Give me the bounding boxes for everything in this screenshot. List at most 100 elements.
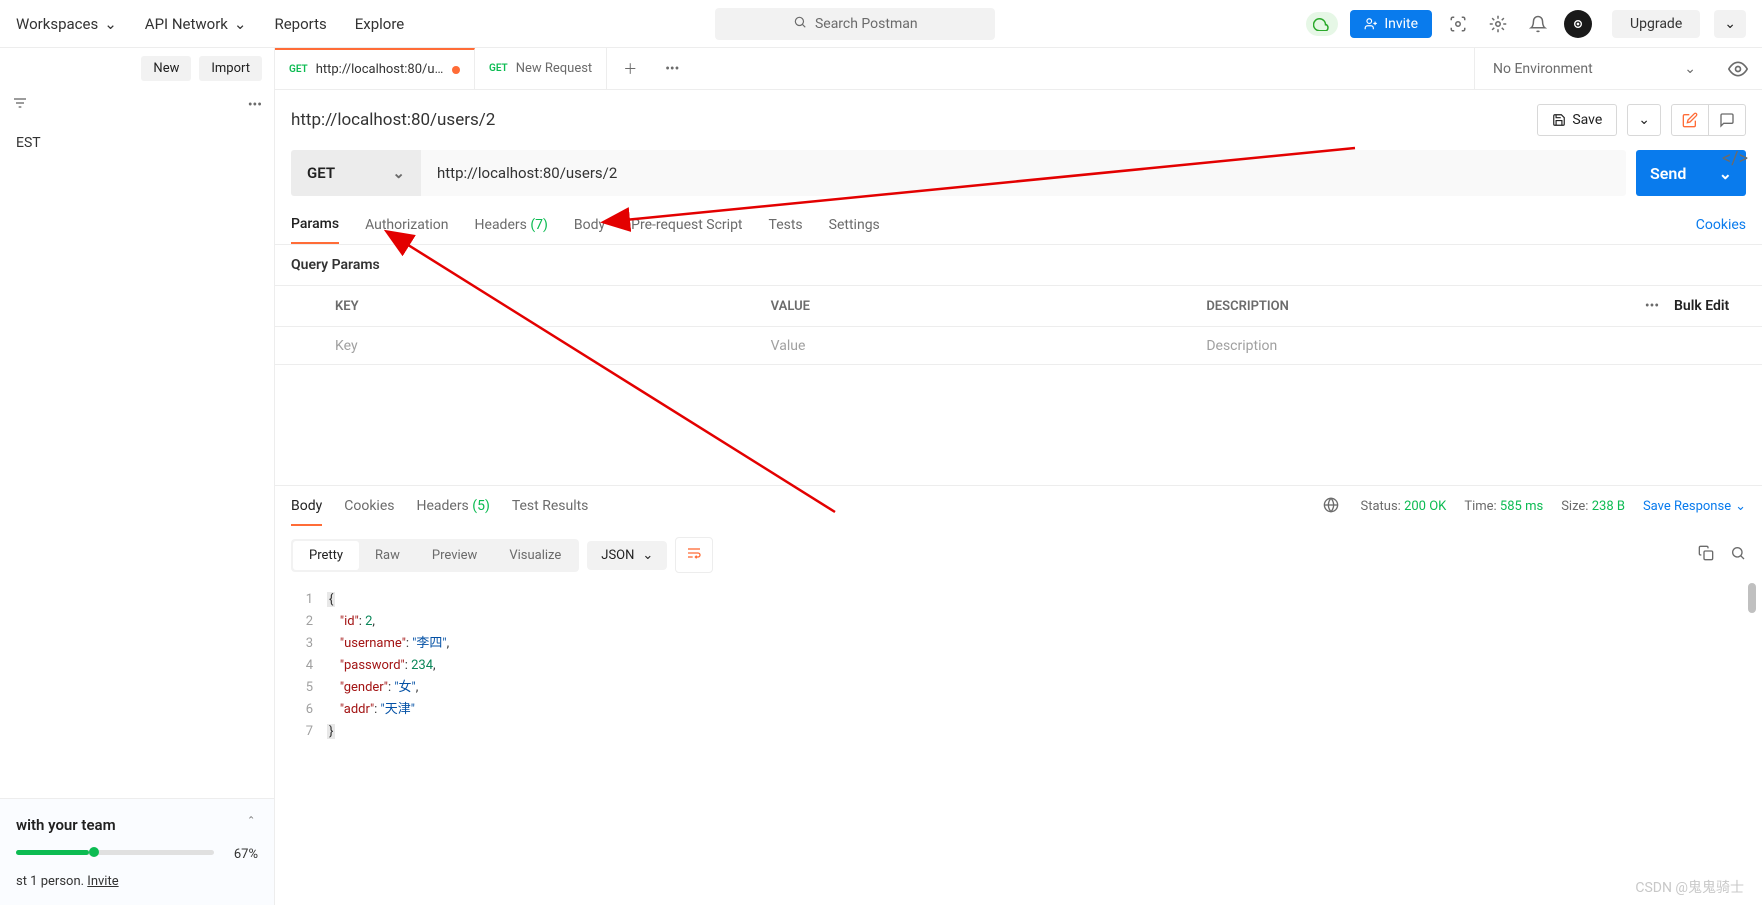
save-response-button[interactable]: Save Response ⌄ <box>1643 499 1746 514</box>
nav-explore[interactable]: Explore <box>355 15 405 33</box>
col-key: KEY <box>323 299 759 314</box>
bulk-edit-button[interactable]: Bulk Edit <box>1674 298 1762 314</box>
sidebar-more-icon[interactable]: ••• <box>248 97 262 113</box>
key-input[interactable]: Key <box>323 338 759 354</box>
chevron-down-icon: ⌄ <box>642 548 653 563</box>
wrap-lines-icon[interactable] <box>675 537 713 573</box>
params-table-header: KEY VALUE DESCRIPTION ••• Bulk Edit <box>275 286 1762 326</box>
nav-api-network[interactable]: API Network ⌄ <box>145 15 247 33</box>
format-select[interactable]: JSON ⌄ <box>587 541 667 570</box>
chevron-down-icon: ⌄ <box>1684 61 1696 77</box>
comment-icon[interactable] <box>1709 105 1745 135</box>
capture-icon[interactable] <box>1444 10 1472 38</box>
request-header: http://localhost:80/users/2 Save ⌄ <box>275 90 1762 150</box>
search-input[interactable]: Search Postman <box>715 8 995 40</box>
invite-button[interactable]: Invite <box>1350 10 1432 38</box>
avatar[interactable] <box>1564 10 1592 38</box>
code-snippet-icon[interactable]: </> <box>1722 148 1748 169</box>
desc-input[interactable]: Description <box>1194 338 1630 354</box>
tabs-left: GET http://localhost:80/use GET New Requ… <box>275 48 1474 89</box>
nav-center: Search Postman <box>404 8 1306 40</box>
save-dropdown[interactable]: ⌄ <box>1627 104 1661 136</box>
chevron-down-icon: ⌄ <box>234 15 247 33</box>
col-options-icon[interactable]: ••• <box>1630 298 1674 314</box>
chevron-down-icon: ⌄ <box>104 15 117 33</box>
tab-method: GET <box>289 64 308 75</box>
edit-icon[interactable] <box>1672 105 1709 135</box>
nav-right: Invite Upgrade ⌄ <box>1306 10 1746 38</box>
request-title: http://localhost:80/users/2 <box>291 110 1537 130</box>
right-rail: </> <box>1722 148 1748 169</box>
view-visualize[interactable]: Visualize <box>493 541 577 570</box>
cookies-link[interactable]: Cookies <box>1696 217 1746 243</box>
value-input[interactable]: Value <box>759 338 1195 354</box>
invite-link[interactable]: Invite <box>87 874 118 889</box>
upgrade-button[interactable]: Upgrade <box>1612 10 1700 38</box>
search-response-icon[interactable] <box>1730 545 1746 565</box>
params-table: KEY VALUE DESCRIPTION ••• Bulk Edit Key … <box>275 285 1762 365</box>
tab-body[interactable]: Body <box>574 217 605 243</box>
collection-item[interactable]: EST <box>8 131 266 155</box>
tab-new-request[interactable]: GET New Request <box>475 48 607 89</box>
add-tab-button[interactable]: ＋ <box>607 48 653 89</box>
sidebar: New Import ••• EST with your team ＾ <box>0 48 275 905</box>
progress-percent: 67% <box>234 847 258 862</box>
method-select[interactable]: GET ⌄ <box>291 150 421 196</box>
tab-settings[interactable]: Settings <box>829 217 880 243</box>
tab-more-icon[interactable]: ••• <box>653 48 691 89</box>
progress-handle <box>89 847 99 857</box>
tab-headers[interactable]: Headers (7) <box>475 217 548 243</box>
environment-select[interactable]: No Environment ⌄ <box>1474 48 1714 89</box>
response-status: Status: 200 OK Time: 585 ms Size: 238 B … <box>1323 497 1747 517</box>
search-placeholder: Search Postman <box>815 16 918 32</box>
params-row[interactable]: Key Value Description <box>275 326 1762 364</box>
filter-icon[interactable] <box>12 95 248 115</box>
upgrade-dropdown[interactable]: ⌄ <box>1714 10 1746 38</box>
query-params-label: Query Params <box>275 245 1762 285</box>
environment-preview-icon[interactable] <box>1714 48 1762 89</box>
progress-bar <box>16 850 214 855</box>
resp-tab-body[interactable]: Body <box>291 488 322 526</box>
url-row: GET ⌄ Send ⌄ <box>275 150 1762 196</box>
chevron-up-icon[interactable]: ＾ <box>244 815 258 835</box>
new-button[interactable]: New <box>141 56 191 81</box>
tab-authorization[interactable]: Authorization <box>365 217 448 243</box>
resp-tab-cookies[interactable]: Cookies <box>344 488 394 526</box>
collections-list: EST <box>0 121 274 798</box>
view-preview[interactable]: Preview <box>416 541 493 570</box>
notifications-icon[interactable] <box>1524 10 1552 38</box>
tab-prerequest[interactable]: Pre-request Script <box>631 217 742 243</box>
globe-icon[interactable] <box>1323 497 1339 517</box>
tab-params[interactable]: Params <box>291 216 339 244</box>
top-nav: Workspaces ⌄ API Network ⌄ Reports Explo… <box>0 0 1762 48</box>
nav-reports[interactable]: Reports <box>274 15 326 33</box>
main-layout: New Import ••• EST with your team ＾ <box>0 48 1762 905</box>
tab-tests[interactable]: Tests <box>769 217 803 243</box>
settings-icon[interactable] <box>1484 10 1512 38</box>
nav-workspaces[interactable]: Workspaces ⌄ <box>16 15 117 33</box>
import-button[interactable]: Import <box>199 56 262 81</box>
progress-fill <box>16 850 89 855</box>
view-raw[interactable]: Raw <box>359 541 416 570</box>
tab-title: New Request <box>516 61 592 76</box>
resp-tab-headers[interactable]: Headers (5) <box>416 488 489 526</box>
response-body[interactable]: 1{ 2 "id": 2, 3 "username": "李四", 4 "pas… <box>275 583 1762 749</box>
sync-icon[interactable] <box>1306 12 1338 36</box>
chevron-down-icon: ⌄ <box>1735 499 1746 514</box>
url-input[interactable] <box>421 150 1626 196</box>
resp-tab-testresults[interactable]: Test Results <box>512 488 589 526</box>
watermark: CSDN @鬼鬼骑士 <box>1635 877 1744 897</box>
response-tabs: Body Cookies Headers (5) Test Results <box>291 488 588 526</box>
save-button[interactable]: Save <box>1537 104 1617 136</box>
tab-title: http://localhost:80/use <box>316 62 445 77</box>
team-title: with your team <box>16 816 116 834</box>
response-controls: Pretty Raw Preview Visualize JSON ⌄ <box>275 527 1762 583</box>
unsaved-dot-icon <box>452 66 460 74</box>
view-tabs: Pretty Raw Preview Visualize <box>291 539 579 572</box>
sidebar-filter: ••• <box>0 89 274 121</box>
col-value: VALUE <box>759 299 1195 314</box>
tab-active[interactable]: GET http://localhost:80/use <box>275 48 475 89</box>
copy-icon[interactable] <box>1698 545 1714 565</box>
view-pretty[interactable]: Pretty <box>293 541 359 570</box>
scrollbar[interactable] <box>1748 583 1756 613</box>
